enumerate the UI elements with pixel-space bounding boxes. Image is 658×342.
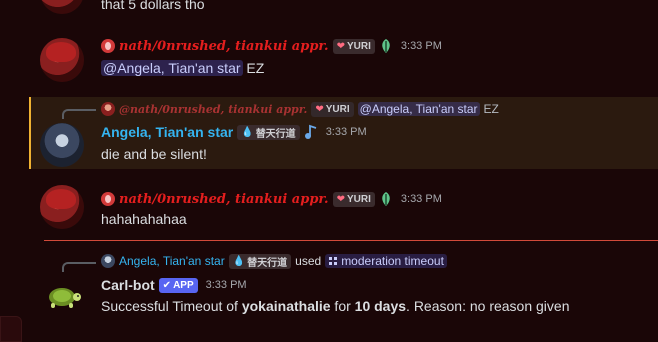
app-tag: ✔ APP [158,277,198,293]
timestamp[interactable]: 3:33 PM [326,126,367,138]
reply-mention: @Angela, Tian'an star [357,102,480,116]
turtle-avatar-icon [49,288,81,308]
server-tag[interactable]: ❤ YURI [332,191,375,207]
leaf-badge-icon [382,39,390,53]
timestamp[interactable]: 3:33 PM [401,193,442,205]
chat-view: that 5 dollars tho nath/0nrushed, tianku… [0,0,658,342]
author-name[interactable]: Angela, Tian'an star [101,124,233,140]
slash-command[interactable]: moderation timeout [325,254,447,268]
role-icon [101,192,115,206]
message-text: EZ [246,60,265,76]
reply-text: EZ [483,102,499,116]
reply-connector [62,109,96,119]
server-tag[interactable]: ❤ YURI [332,38,375,54]
timeout-duration: 10 days [354,298,407,314]
used-label: used [295,254,322,268]
timestamp[interactable]: 3:33 PM [206,279,247,291]
timestamp[interactable]: 3:33 PM [401,40,442,52]
message-text: die and be silent! [101,146,207,162]
server-tag[interactable]: 💧 替天行道 [237,124,300,140]
check-icon: ✔ [162,279,172,291]
message-header: nath/0nrushed, tiankui appr. ❤ YURI 3:33 … [101,37,442,55]
slash-command-icon [329,257,338,265]
reply-avatar [101,102,115,116]
reply-preview[interactable]: @nath/0nrushed, tiankui appr. ❤ YURI @Ang… [101,101,499,117]
avatar-partial[interactable] [40,0,84,14]
reply-connector [62,262,96,272]
author-name[interactable]: nath/0nrushed, tiankui appr. [119,192,329,207]
new-messages-divider [44,240,658,241]
left-edge-panel [0,316,22,342]
avatar-angela[interactable] [40,123,84,167]
user-mention[interactable]: @Angela, Tian'an star [101,60,243,76]
avatar-nath[interactable] [40,185,84,229]
message-content: Successful Timeout of yokainathalie for … [101,298,570,314]
reply-author[interactable]: @nath/0nrushed, tiankui appr. [119,103,307,116]
message-header: Angela, Tian'an star 💧 替天行道 3:33 PM [101,123,367,141]
author-name[interactable]: nath/0nrushed, tiankui appr. [119,39,329,54]
avatar-carl-bot[interactable] [40,275,84,319]
water-drop-icon: 💧 [241,126,254,138]
avatar-nath[interactable] [40,38,84,82]
message-header: nath/0nrushed, tiankui appr. ❤ YURI 3:33 … [101,190,442,208]
water-drop-icon: 💧 [232,255,246,267]
reply-server-tag: 💧 替天行道 [228,253,292,269]
message-content: @Angela, Tian'an star EZ [101,60,264,76]
heart-icon: ❤ [315,103,324,115]
message-text: hahahahahaa [101,211,187,227]
reply-server-tag: ❤ YURI [311,101,354,117]
reply-avatar [101,254,115,268]
message-header: Carl-bot ✔ APP 3:33 PM [101,276,247,294]
author-name[interactable]: Carl-bot [101,277,155,293]
music-note-icon [304,124,316,139]
role-icon [101,39,115,53]
heart-icon: ❤ [336,40,345,52]
heart-icon: ❤ [336,193,345,205]
reply-preview[interactable]: Angela, Tian'an star 💧 替天行道 used moderati… [101,253,447,269]
reply-author[interactable]: Angela, Tian'an star [119,254,225,268]
leaf-badge-icon [382,192,390,206]
message-text: that 5 dollars tho [101,0,205,12]
timed-out-user: yokainathalie [241,298,331,314]
